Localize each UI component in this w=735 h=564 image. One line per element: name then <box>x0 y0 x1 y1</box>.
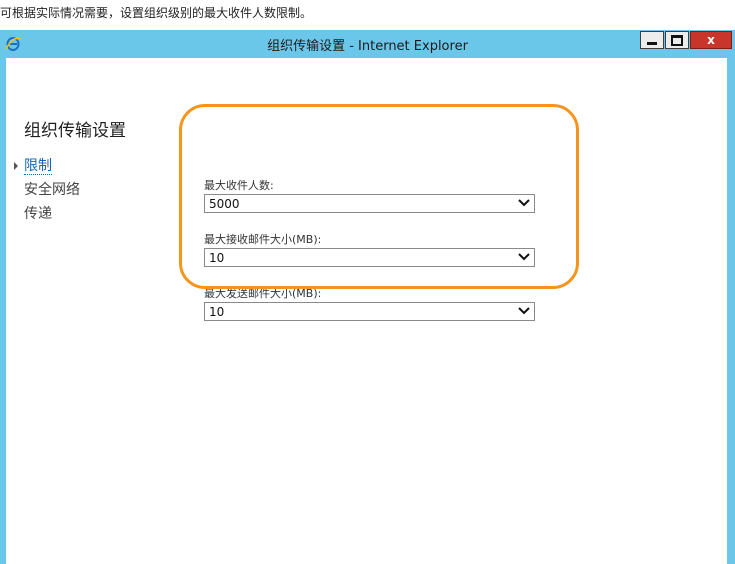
close-icon: x <box>707 33 715 47</box>
highlight-annotation <box>179 104 579 289</box>
nav-item-safe-network[interactable]: 安全网络 <box>14 180 80 204</box>
selected-arrow-icon <box>14 162 18 170</box>
select-value: 10 <box>209 305 225 319</box>
max-send-size-field: 最大发送邮件大小(MB): 10 <box>204 286 535 340</box>
maximize-button[interactable] <box>665 31 689 49</box>
max-send-size-select[interactable]: 10 <box>204 302 535 321</box>
minimize-icon <box>647 41 657 45</box>
settings-nav: 限制 安全网络 传递 <box>14 156 80 228</box>
nav-item-limits[interactable]: 限制 <box>14 156 80 180</box>
nav-item-delivery[interactable]: 传递 <box>14 204 80 228</box>
nav-item-label: 传递 <box>24 206 52 222</box>
close-button[interactable]: x <box>690 31 732 49</box>
page-title: 组织传输设置 <box>24 121 126 141</box>
tutorial-caption: 可根据实际情况需要，设置组织级别的最大收件人数限制。 <box>0 6 313 20</box>
maximize-icon <box>671 34 683 46</box>
nav-item-label: 安全网络 <box>24 182 80 198</box>
window-title: 组织传输设置 - Internet Explorer <box>267 39 468 54</box>
window-controls: x <box>639 31 732 49</box>
chevron-down-icon <box>518 307 530 315</box>
minimize-button[interactable] <box>640 31 664 49</box>
nav-item-label: 限制 <box>24 158 52 175</box>
window-titlebar[interactable]: 组织传输设置 - Internet Explorer x <box>0 30 735 58</box>
